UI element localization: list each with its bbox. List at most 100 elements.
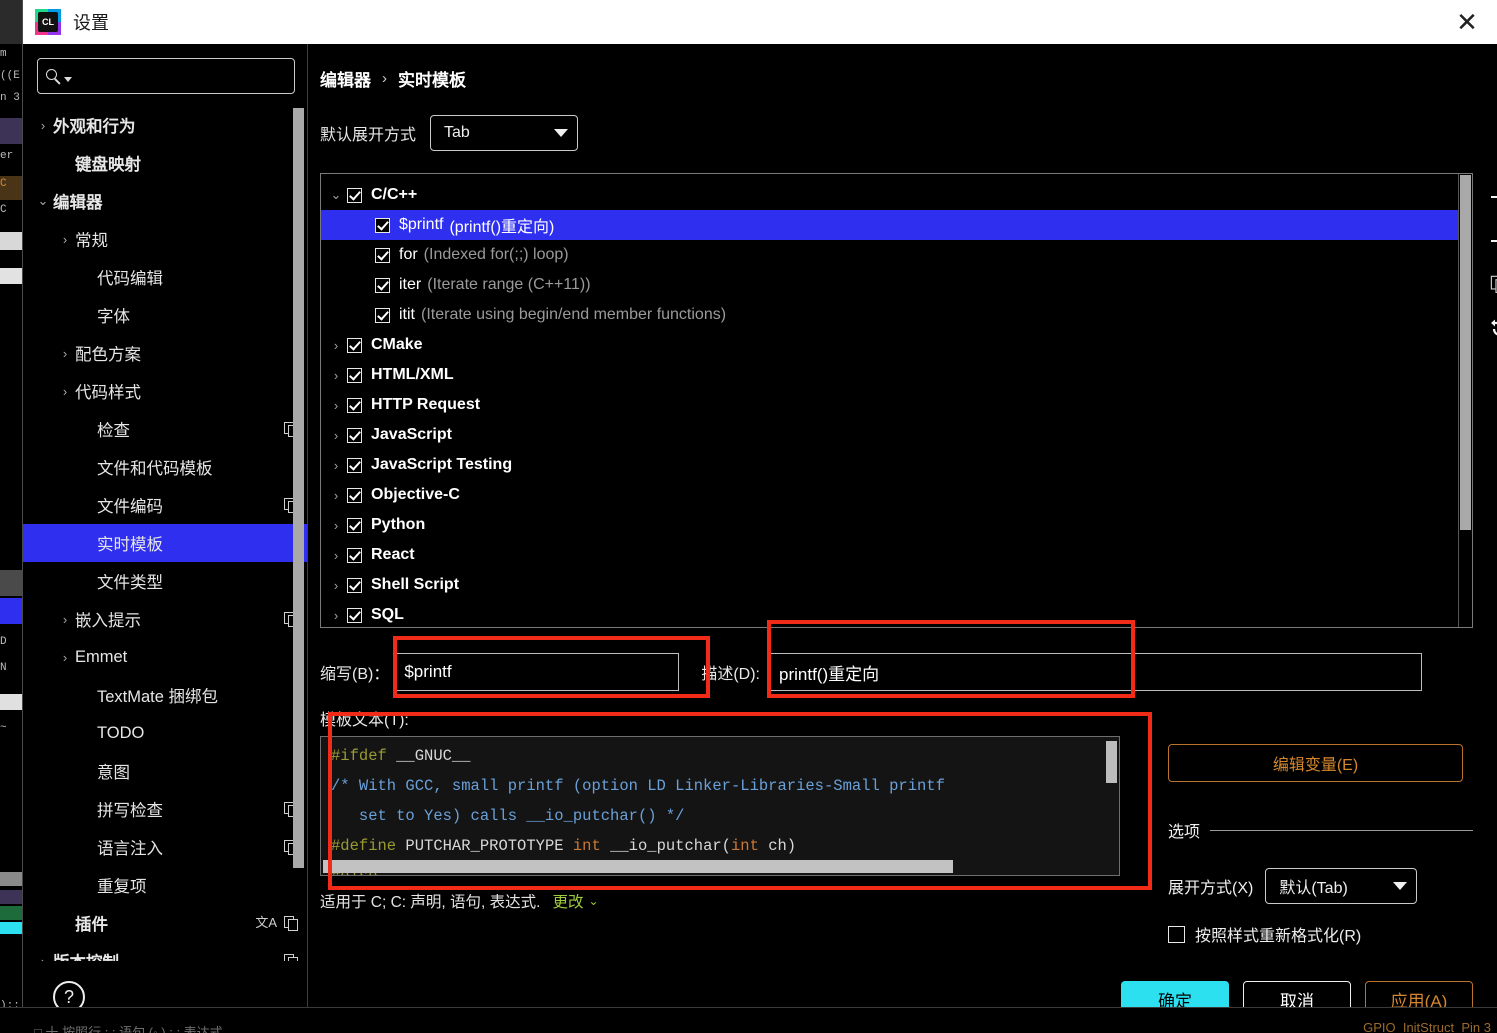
- sidebar-item[interactable]: 代码编辑: [23, 258, 307, 296]
- template-row[interactable]: › HTTP Request: [321, 390, 1458, 420]
- sidebar-item[interactable]: › 常规: [23, 220, 307, 258]
- sidebar-item[interactable]: 重复项: [23, 866, 307, 904]
- template-row[interactable]: itit (Iterate using begin/end member func…: [321, 300, 1458, 330]
- template-checkbox[interactable]: [347, 487, 362, 503]
- sidebar-item[interactable]: 意图: [23, 752, 307, 790]
- template-row[interactable]: › HTML/XML: [321, 360, 1458, 390]
- template-checkbox[interactable]: [347, 577, 362, 593]
- sidebar-item-label: 配色方案: [75, 346, 141, 364]
- template-checkbox[interactable]: [347, 337, 362, 353]
- template-row[interactable]: › JavaScript Testing: [321, 450, 1458, 480]
- sidebar-item[interactable]: 文件类型: [23, 562, 307, 600]
- chevron-right-icon[interactable]: ›: [55, 612, 75, 627]
- sidebar-item[interactable]: 文件和代码模板: [23, 448, 307, 486]
- chevron-right-icon[interactable]: ›: [55, 384, 75, 399]
- sidebar-item[interactable]: ⌄ 编辑器: [23, 182, 307, 220]
- chevron-down-icon[interactable]: [64, 76, 72, 82]
- template-checkbox[interactable]: [375, 247, 390, 263]
- description-input[interactable]: [768, 653, 1423, 691]
- remove-icon[interactable]: [1485, 226, 1497, 256]
- template-checkbox[interactable]: [347, 397, 362, 413]
- sidebar-item[interactable]: 实时模板: [23, 524, 307, 562]
- sidebar-item[interactable]: 文件编码: [23, 486, 307, 524]
- duplicate-icon[interactable]: [1485, 270, 1497, 300]
- template-row[interactable]: $printf (printf()重定向): [321, 210, 1458, 240]
- template-text-editor[interactable]: #ifdef __GNUC__ /* With GCC, small printf…: [320, 736, 1120, 876]
- default-expand-dropdown[interactable]: Tab: [430, 115, 579, 151]
- chevron-right-icon[interactable]: ›: [325, 518, 347, 533]
- sidebar-item[interactable]: › 嵌入提示: [23, 600, 307, 638]
- chevron-right-icon[interactable]: ›: [325, 458, 347, 473]
- chevron-right-icon[interactable]: ›: [33, 118, 53, 133]
- applies-to-text: 适用于 C; C: 声明, 语句, 表达式.: [320, 894, 541, 911]
- sidebar-item[interactable]: › 外观和行为: [23, 106, 307, 144]
- options-expand-dropdown[interactable]: 默认(Tab): [1265, 868, 1418, 904]
- chevron-right-icon[interactable]: ›: [325, 428, 347, 443]
- templates-scrollbar-thumb[interactable]: [1460, 175, 1471, 530]
- sidebar-item[interactable]: › 配色方案: [23, 334, 307, 372]
- template-row[interactable]: for (Indexed for(;;) loop): [321, 240, 1458, 270]
- chevron-right-icon[interactable]: ›: [325, 578, 347, 593]
- chevron-right-icon[interactable]: ›: [55, 232, 75, 247]
- search-input[interactable]: [72, 68, 286, 84]
- edit-variables-button[interactable]: 编辑变量(E): [1168, 744, 1463, 782]
- template-checkbox[interactable]: [347, 547, 362, 563]
- sidebar-item[interactable]: 插件 文A: [23, 904, 307, 942]
- template-row[interactable]: iter (Iterate range (C++11)): [321, 270, 1458, 300]
- search-box[interactable]: [37, 58, 295, 94]
- sidebar-item[interactable]: 检查: [23, 410, 307, 448]
- sidebar-scrollbar-thumb[interactable]: [293, 108, 304, 868]
- template-row[interactable]: › CMake: [321, 330, 1458, 360]
- chevron-right-icon[interactable]: ›: [325, 488, 347, 503]
- reformat-row[interactable]: 按照样式重新格式化(R): [1168, 922, 1473, 946]
- chevron-right-icon[interactable]: ›: [325, 338, 347, 353]
- sidebar-item[interactable]: TODO: [23, 714, 307, 752]
- sidebar-item[interactable]: TextMate 捆绑包: [23, 676, 307, 714]
- backdrop-band: [0, 598, 22, 624]
- chevron-down-icon[interactable]: ⌄: [325, 187, 347, 203]
- sidebar-item[interactable]: 语言注入: [23, 828, 307, 866]
- sidebar-item[interactable]: › Emmet: [23, 638, 307, 676]
- chevron-right-icon[interactable]: ›: [325, 548, 347, 563]
- close-icon[interactable]: ✕: [1445, 6, 1489, 38]
- template-row[interactable]: ⌄ C/C++: [321, 180, 1458, 210]
- template-row[interactable]: › Objective-C: [321, 480, 1458, 510]
- chevron-down-icon[interactable]: ⌄: [33, 193, 53, 209]
- sidebar-scrollbar[interactable]: [293, 108, 304, 928]
- chevron-right-icon[interactable]: ›: [325, 368, 347, 383]
- code-horizontal-scrollbar[interactable]: [323, 860, 953, 873]
- chevron-right-icon[interactable]: ›: [55, 650, 75, 665]
- chevron-right-icon[interactable]: ›: [325, 608, 347, 623]
- sidebar-item[interactable]: ›版本控制: [23, 942, 307, 961]
- template-row[interactable]: › SQL: [321, 600, 1458, 627]
- templates-scrollbar[interactable]: [1458, 174, 1472, 627]
- chevron-right-icon[interactable]: ›: [55, 346, 75, 361]
- sidebar-item[interactable]: 拼写检查: [23, 790, 307, 828]
- template-code[interactable]: #ifdef __GNUC__ /* With GCC, small printf…: [321, 737, 1119, 875]
- chevron-right-icon[interactable]: ›: [325, 398, 347, 413]
- change-context-link[interactable]: 更改 ⌄: [552, 890, 598, 912]
- reformat-checkbox[interactable]: [1168, 925, 1185, 943]
- template-checkbox[interactable]: [347, 427, 362, 443]
- template-checkbox[interactable]: [347, 367, 362, 383]
- breadcrumb-parent[interactable]: 编辑器: [320, 66, 371, 91]
- template-checkbox[interactable]: [375, 277, 390, 293]
- template-checkbox[interactable]: [375, 217, 390, 233]
- revert-icon[interactable]: [1485, 314, 1497, 344]
- sidebar-item[interactable]: 字体: [23, 296, 307, 334]
- template-row[interactable]: › React: [321, 540, 1458, 570]
- template-checkbox[interactable]: [375, 307, 390, 323]
- template-checkbox[interactable]: [347, 187, 362, 203]
- add-icon[interactable]: [1485, 182, 1497, 212]
- template-checkbox[interactable]: [347, 457, 362, 473]
- code-vertical-scrollbar[interactable]: [1106, 741, 1117, 783]
- template-checkbox[interactable]: [347, 517, 362, 533]
- sidebar-item[interactable]: › 代码样式: [23, 372, 307, 410]
- template-row[interactable]: › Shell Script: [321, 570, 1458, 600]
- template-checkbox[interactable]: [347, 607, 362, 623]
- sidebar-item[interactable]: 键盘映射: [23, 144, 307, 182]
- template-row[interactable]: › JavaScript: [321, 420, 1458, 450]
- template-row[interactable]: › Python: [321, 510, 1458, 540]
- abbreviation-input[interactable]: [393, 653, 680, 691]
- chevron-right-icon[interactable]: ›: [33, 954, 53, 962]
